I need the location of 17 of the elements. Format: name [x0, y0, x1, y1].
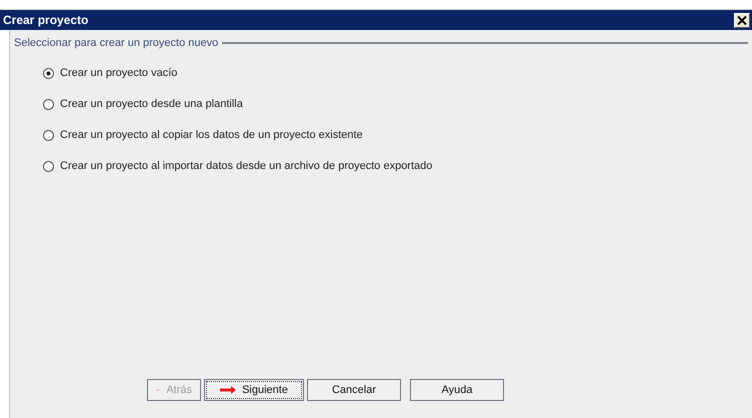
option-label[interactable]: Crear un proyecto vacío: [60, 67, 178, 79]
group-label: Seleccionar para crear un proyecto nuevo: [14, 37, 218, 49]
left-arrow-icon: [156, 386, 160, 394]
right-arrow-icon: [220, 386, 236, 394]
radio-button[interactable]: [43, 130, 54, 140]
option-label[interactable]: Crear un proyecto al copiar los datos de un proyecto existente: [60, 129, 363, 141]
next-button[interactable]: Siguiente: [204, 379, 304, 401]
option-label[interactable]: Crear un proyecto al importar datos desde un archivo de proyecto exportado: [60, 160, 432, 172]
close-button[interactable]: [734, 12, 750, 28]
radio-button[interactable]: [43, 98, 54, 110]
option-label[interactable]: Crear un proyecto desde una plantilla: [60, 98, 243, 110]
radio-button[interactable]: [43, 68, 54, 78]
dialog-button[interactable]: Cancelar: [307, 379, 401, 401]
dialog-button[interactable]: Ayuda: [410, 379, 504, 401]
window-title: Crear proyecto: [3, 13, 88, 27]
radio-button[interactable]: [43, 160, 54, 172]
close-icon: [737, 16, 747, 24]
